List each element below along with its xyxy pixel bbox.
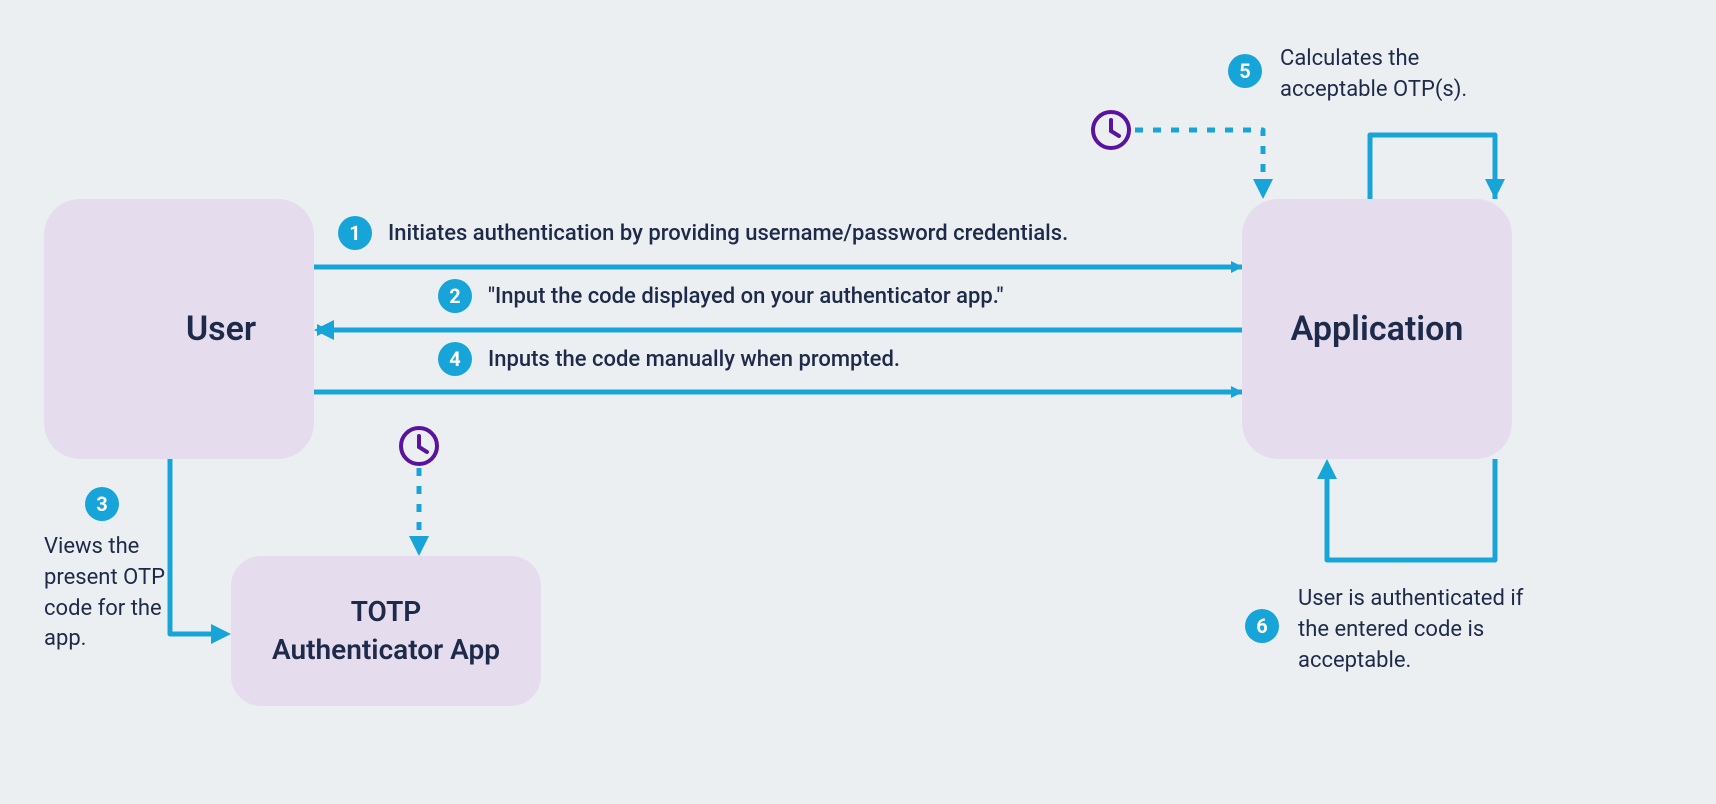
- totp-node-label-2: Authenticator App: [272, 631, 500, 669]
- user-node-label: User: [186, 309, 256, 349]
- step-num-5: 5: [1239, 59, 1250, 83]
- application-node-label: Application: [1291, 309, 1464, 349]
- step-badge-1: 1: [338, 216, 372, 250]
- step-text-5: Calculates the acceptable OTP(s).: [1280, 44, 1510, 106]
- application-node: Application: [1242, 199, 1512, 459]
- step-num-1: 1: [349, 221, 360, 245]
- step-num-4: 4: [449, 347, 460, 371]
- step-badge-2: 2: [438, 279, 472, 313]
- step-text-6: User is authenticated if the entered cod…: [1298, 584, 1558, 676]
- totp-app-node: TOTP Authenticator App: [231, 556, 541, 706]
- step-num-6: 6: [1256, 614, 1267, 638]
- user-icon: [80, 290, 130, 360]
- step-text-1: Initiates authentication by providing us…: [388, 219, 1068, 250]
- step-num-3: 3: [96, 492, 107, 516]
- step-text-2: "Input the code displayed on your authen…: [488, 282, 1004, 313]
- step-badge-6: 6: [1245, 609, 1279, 643]
- step-badge-4: 4: [438, 342, 472, 376]
- step-text-4: Inputs the code manually when prompted.: [488, 345, 900, 376]
- diagram-canvas: User Application TOTP Authenticator App …: [0, 0, 1716, 804]
- step-num-2: 2: [449, 284, 460, 308]
- clock-icon: [1093, 112, 1129, 148]
- step-text-3: Views the present OTP code for the app.: [44, 532, 204, 655]
- totp-node-label-1: TOTP: [272, 593, 500, 631]
- step-badge-5: 5: [1228, 54, 1262, 88]
- step-badge-3: 3: [85, 487, 119, 521]
- clock-icon: [401, 428, 437, 464]
